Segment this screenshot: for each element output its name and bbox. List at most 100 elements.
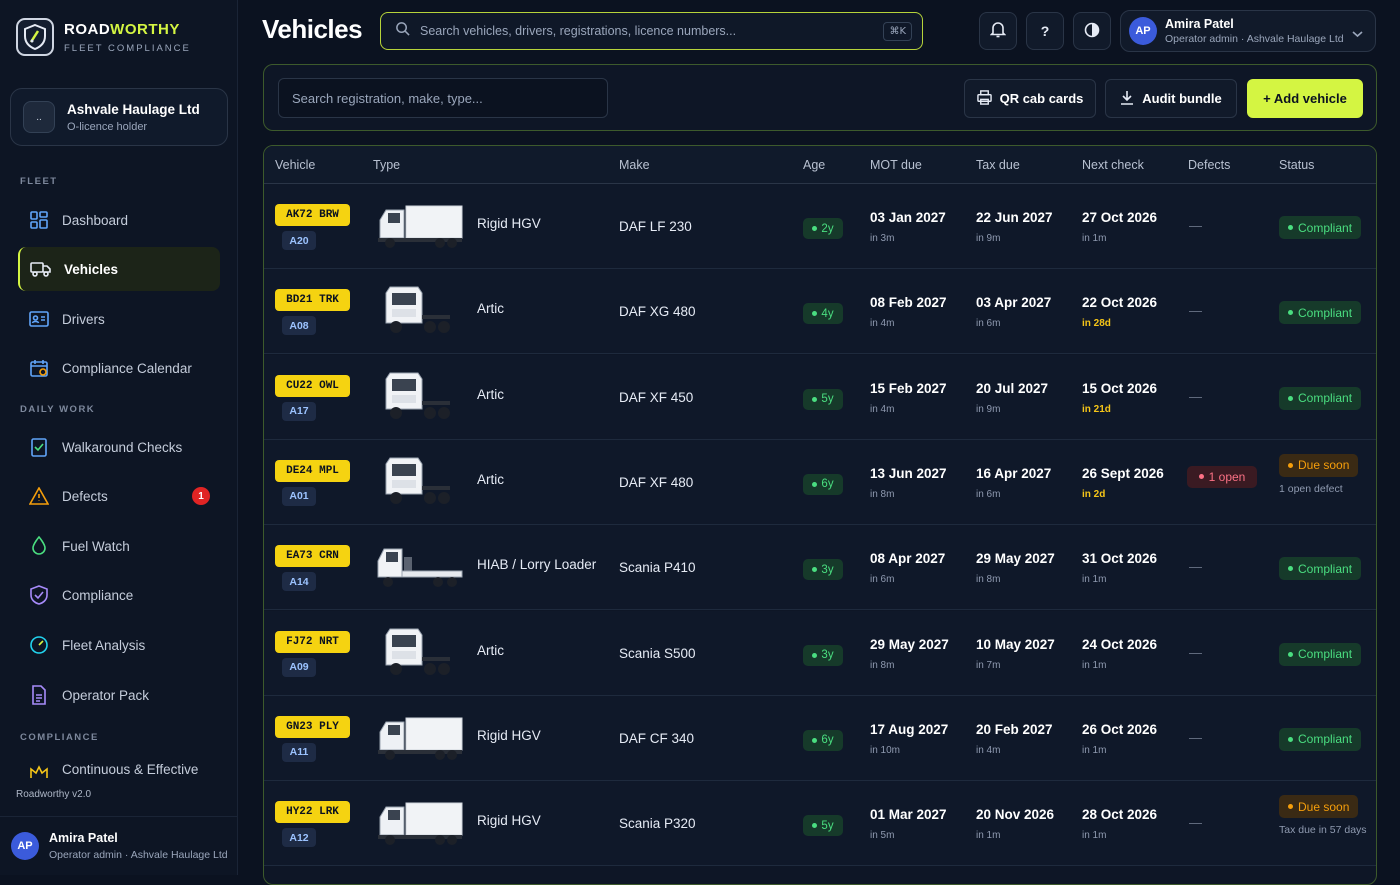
defects-none: — bbox=[1189, 559, 1202, 575]
status-note: Tax due in 57 days bbox=[1279, 824, 1367, 837]
notifications-button[interactable] bbox=[979, 12, 1017, 50]
status-dot-icon bbox=[1288, 651, 1293, 657]
vehicle-make: Scania P320 bbox=[619, 816, 696, 832]
avatar: AP bbox=[11, 832, 39, 860]
table-row[interactable]: BD21 TRK A08 Artic DAF XG 480 4y 08 Feb 2027 i… bbox=[264, 269, 1376, 355]
column-header-mot-due[interactable]: MOT due bbox=[870, 158, 922, 172]
next-check-relative: in 1m bbox=[1082, 233, 1107, 244]
nav-item-continuous-effective[interactable]: Continuous & Effective bbox=[18, 752, 220, 778]
fleet-number-badge: A20 bbox=[282, 231, 316, 250]
org-name: Ashvale Haulage Ltd bbox=[67, 101, 200, 117]
vehicle-thumbnail-icon bbox=[376, 456, 464, 506]
age-badge: 2y bbox=[803, 218, 843, 239]
vehicle-type: Rigid HGV bbox=[477, 727, 541, 743]
nav-scroll-clip: Continuous & Effective bbox=[18, 752, 220, 778]
user-menu[interactable]: AP Amira Patel Operator admin · Ashvale … bbox=[1120, 10, 1376, 52]
tax-due-relative: in 9m bbox=[976, 233, 1001, 244]
truck-icon bbox=[30, 258, 52, 280]
nav-item-fuel-watch[interactable]: Fuel Watch bbox=[18, 524, 220, 568]
avatar: AP bbox=[1129, 17, 1157, 45]
table-row[interactable]: GN23 PLY A11 Rigid HGV DAF CF 340 6y 17 Aug 2… bbox=[264, 695, 1376, 781]
help-button[interactable]: ? bbox=[1026, 12, 1064, 50]
vehicle-search-input[interactable] bbox=[278, 78, 608, 118]
fleet-number-badge: A17 bbox=[282, 401, 316, 421]
brand-name: ROADWORTHY bbox=[64, 20, 180, 38]
column-header-next-check[interactable]: Next check bbox=[1082, 158, 1144, 172]
nav-label: Walkaround Checks bbox=[62, 439, 183, 455]
nav-item-walkaround-checks[interactable]: Walkaround Checks bbox=[18, 425, 220, 469]
tax-due-relative: in 8m bbox=[976, 574, 1001, 586]
column-header-tax-due[interactable]: Tax due bbox=[976, 158, 1020, 172]
nav-label: Operator Pack bbox=[62, 687, 150, 703]
user-role: Operator admin · Ashvale Haulage Ltd bbox=[49, 849, 228, 861]
fleet-number-badge: A11 bbox=[282, 742, 316, 762]
global-search[interactable]: ⌘K bbox=[380, 12, 923, 50]
mot-due-date: 03 Jan 2027 bbox=[870, 210, 946, 225]
defects-open-badge[interactable]: 1 open bbox=[1187, 465, 1257, 488]
table-row[interactable]: CU22 OWL A17 Artic DAF XF 450 5y 15 Feb 2027 i… bbox=[264, 354, 1376, 440]
vehicle-thumbnail-icon bbox=[376, 712, 464, 762]
table-row[interactable]: FJ72 NRT A09 Artic Scania S500 3y 29 May 2027… bbox=[264, 610, 1376, 696]
nav-item-compliance[interactable]: Compliance bbox=[18, 573, 220, 617]
download-icon bbox=[1120, 90, 1134, 108]
table-row[interactable]: AK72 BRW A20 Rigid HGV DAF LF 230 2y 03 Jan 2… bbox=[264, 184, 1376, 269]
nav-item-compliance-calendar[interactable]: Compliance Calendar bbox=[18, 346, 220, 390]
column-header-vehicle[interactable]: Vehicle bbox=[275, 158, 315, 172]
age-badge: 5y bbox=[803, 388, 843, 410]
status-badge: Compliant bbox=[1279, 642, 1362, 666]
age-badge: 3y bbox=[803, 559, 843, 581]
theme-toggle-button[interactable] bbox=[1073, 12, 1111, 50]
brand[interactable]: ROADWORTHY FLEET COMPLIANCE bbox=[16, 18, 191, 56]
nav-item-drivers[interactable]: Drivers bbox=[18, 297, 220, 341]
nav-item-dashboard[interactable]: Dashboard bbox=[18, 198, 220, 242]
defects-none: — bbox=[1189, 218, 1202, 233]
column-header-make[interactable]: Make bbox=[619, 158, 650, 172]
vehicle-thumbnail-icon bbox=[376, 797, 464, 847]
sidebar-user[interactable]: AP Amira Patel Operator admin · Ashvale … bbox=[0, 816, 238, 875]
audit-bundle-button[interactable]: Audit bundle bbox=[1105, 79, 1237, 118]
defects-none: — bbox=[1189, 388, 1202, 404]
mot-due-relative: in 3m bbox=[870, 233, 895, 244]
status-dot-icon bbox=[1288, 736, 1293, 742]
help-icon: ? bbox=[1040, 23, 1050, 39]
column-header-status[interactable]: Status bbox=[1279, 158, 1314, 172]
nav-item-defects[interactable]: Defects 1 bbox=[18, 474, 220, 518]
table-row[interactable]: HY22 LRK A12 Rigid HGV Scania P320 5y 01 Mar … bbox=[264, 781, 1376, 867]
nav-item-operator-pack[interactable]: Operator Pack bbox=[18, 673, 220, 717]
next-check-relative: in 2d bbox=[1082, 488, 1106, 500]
status-badge: Due soon bbox=[1279, 795, 1359, 819]
qr-cab-cards-button[interactable]: QR cab cards bbox=[964, 79, 1096, 118]
nav-label: Drivers bbox=[62, 311, 105, 327]
table-row[interactable]: DE24 MPL A01 Artic DAF XF 480 6y 13 Jun 2027 i… bbox=[264, 439, 1376, 525]
status-dot-icon bbox=[812, 481, 818, 487]
organisation-switcher[interactable]: .. Ashvale Haulage Ltd O-licence holder bbox=[10, 88, 228, 146]
next-check-date: 31 Oct 2026 bbox=[1082, 551, 1158, 567]
next-check-date: 22 Oct 2026 bbox=[1082, 295, 1158, 311]
droplet-icon bbox=[28, 535, 50, 557]
table-row[interactable]: EA73 CRN A14 HIAB / Lorry Loader Scania P41… bbox=[264, 525, 1376, 611]
global-search-input[interactable] bbox=[420, 24, 874, 38]
status-dot-icon bbox=[812, 226, 818, 231]
table-header: Vehicle Type Make Age MOT due Tax due Ne… bbox=[264, 146, 1376, 184]
mot-due-relative: in 5m bbox=[870, 830, 895, 842]
column-header-defects[interactable]: Defects bbox=[1188, 158, 1230, 172]
status-badge: Compliant bbox=[1279, 216, 1362, 239]
status-dot-icon bbox=[812, 737, 818, 743]
status-dot-icon bbox=[812, 396, 818, 402]
vehicle-make: Scania P410 bbox=[619, 560, 696, 576]
column-header-age[interactable]: Age bbox=[803, 158, 825, 172]
next-check-date: 26 Oct 2026 bbox=[1082, 721, 1158, 737]
defects-none: — bbox=[1189, 729, 1202, 745]
vehicle-type: Rigid HGV bbox=[477, 216, 541, 231]
registration-plate: EA73 CRN bbox=[275, 545, 350, 568]
defects-none: — bbox=[1189, 815, 1202, 831]
status-badge: Compliant bbox=[1279, 386, 1362, 410]
next-check-relative: in 21d bbox=[1082, 403, 1111, 415]
crown-icon bbox=[28, 762, 50, 778]
column-header-type[interactable]: Type bbox=[373, 158, 400, 172]
gauge-icon bbox=[28, 634, 50, 656]
add-vehicle-button[interactable]: + Add vehicle bbox=[1247, 79, 1363, 118]
nav-item-fleet-analysis[interactable]: Fleet Analysis bbox=[18, 623, 220, 667]
mot-due-relative: in 10m bbox=[870, 744, 901, 756]
nav-item-vehicles[interactable]: Vehicles bbox=[18, 247, 220, 291]
